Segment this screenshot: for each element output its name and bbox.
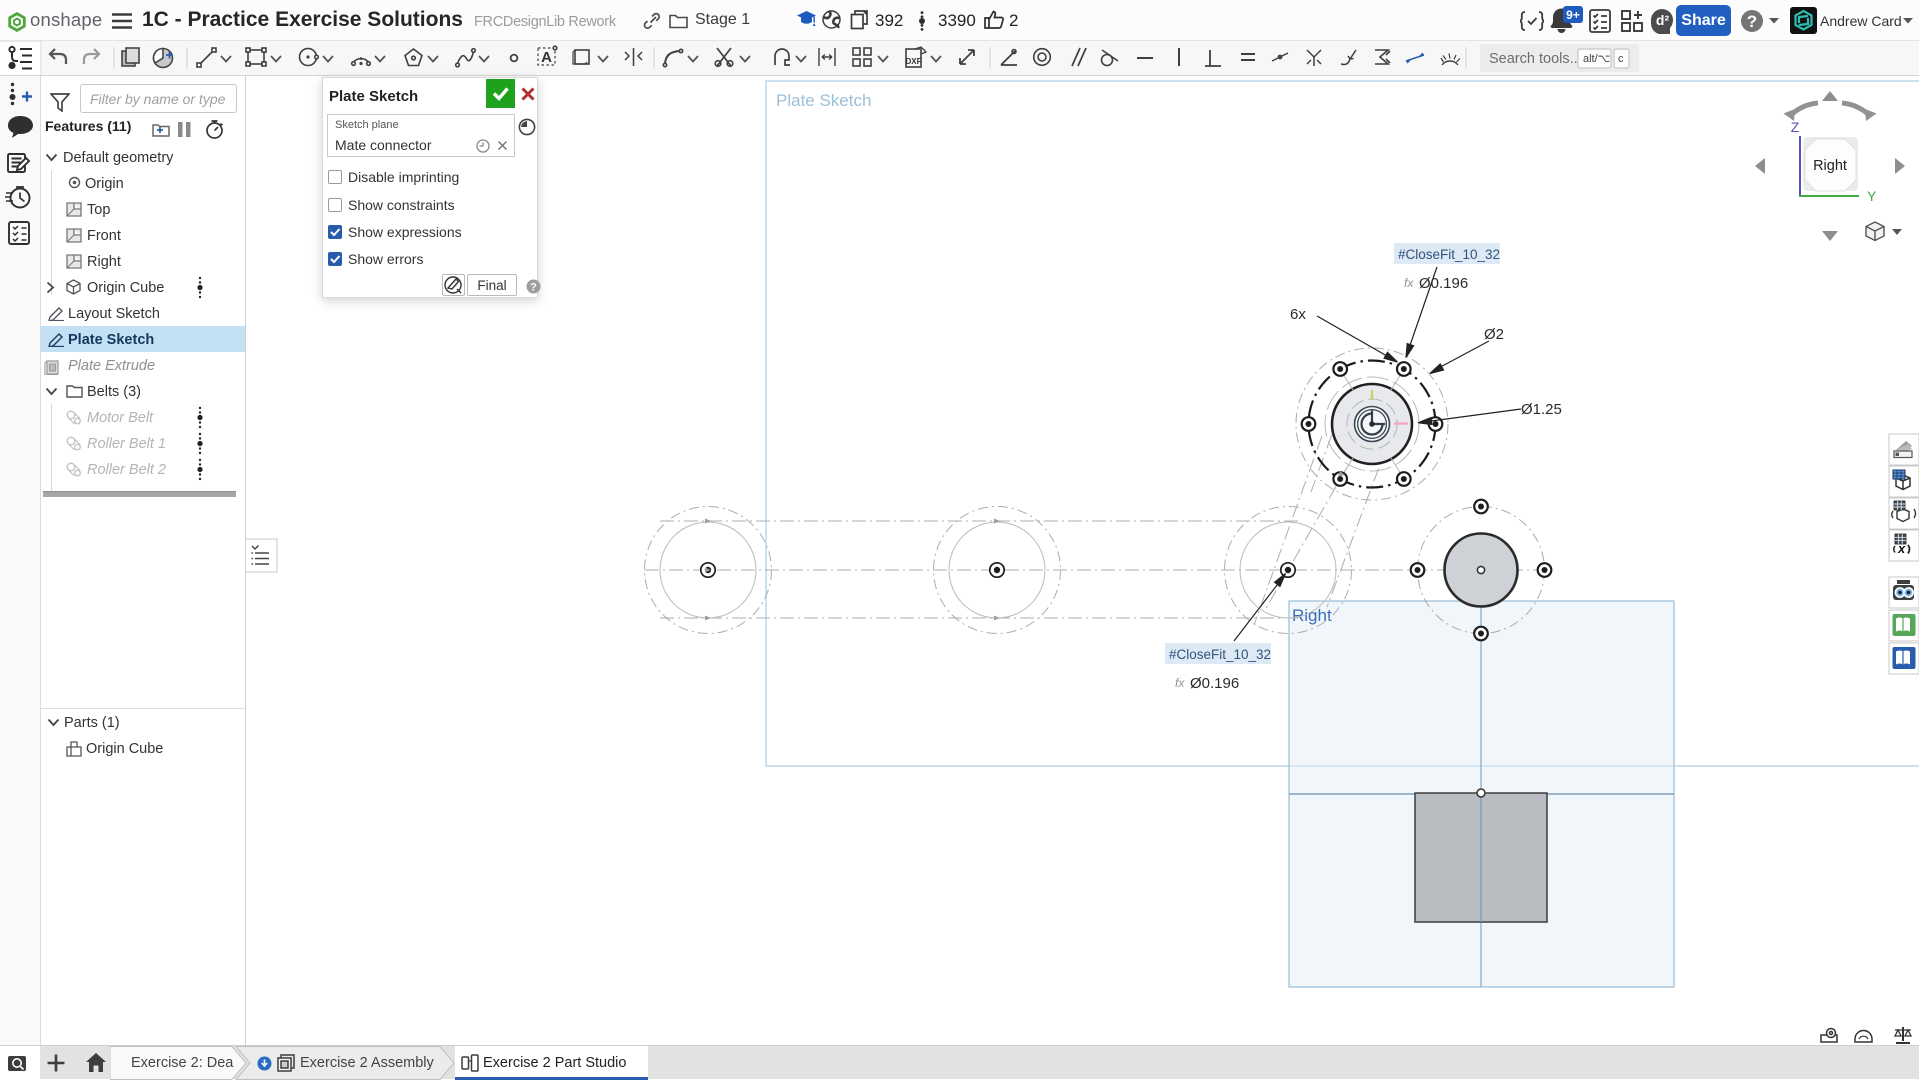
svg-text:9+: 9+ bbox=[1566, 8, 1580, 22]
svg-text:#CloseFit_10_32: #CloseFit_10_32 bbox=[1398, 247, 1500, 262]
svg-text:Right: Right bbox=[1813, 158, 1847, 174]
svg-text:Z: Z bbox=[1791, 119, 1800, 135]
svg-text:alt/⌥: alt/⌥ bbox=[1583, 53, 1610, 65]
svg-text:Y: Y bbox=[1867, 188, 1877, 204]
svg-text:x: x bbox=[1897, 541, 1906, 556]
svg-text:6x: 6x bbox=[1290, 306, 1306, 323]
svg-text:Search tools...: Search tools... bbox=[1489, 51, 1582, 67]
svg-text:Ø1.25: Ø1.25 bbox=[1521, 401, 1562, 418]
svg-text:DXF: DXF bbox=[906, 57, 922, 66]
svg-text:Ø0.196: Ø0.196 bbox=[1419, 275, 1468, 292]
svg-text:#CloseFit_10_32: #CloseFit_10_32 bbox=[1169, 647, 1271, 662]
svg-text:fx: fx bbox=[1175, 676, 1185, 690]
svg-text:Ø2: Ø2 bbox=[1484, 326, 1504, 343]
svg-text:Ø0.196: Ø0.196 bbox=[1190, 675, 1239, 692]
svg-text:d²: d² bbox=[1656, 12, 1670, 28]
svg-text:Right: Right bbox=[1292, 606, 1332, 625]
svg-text:?: ? bbox=[530, 282, 537, 294]
svg-text:Plate Sketch: Plate Sketch bbox=[776, 91, 871, 110]
svg-text:c: c bbox=[1618, 53, 1624, 65]
svg-text:A: A bbox=[541, 49, 552, 66]
svg-text:?: ? bbox=[1747, 12, 1757, 31]
svg-text:fx: fx bbox=[1404, 276, 1414, 290]
